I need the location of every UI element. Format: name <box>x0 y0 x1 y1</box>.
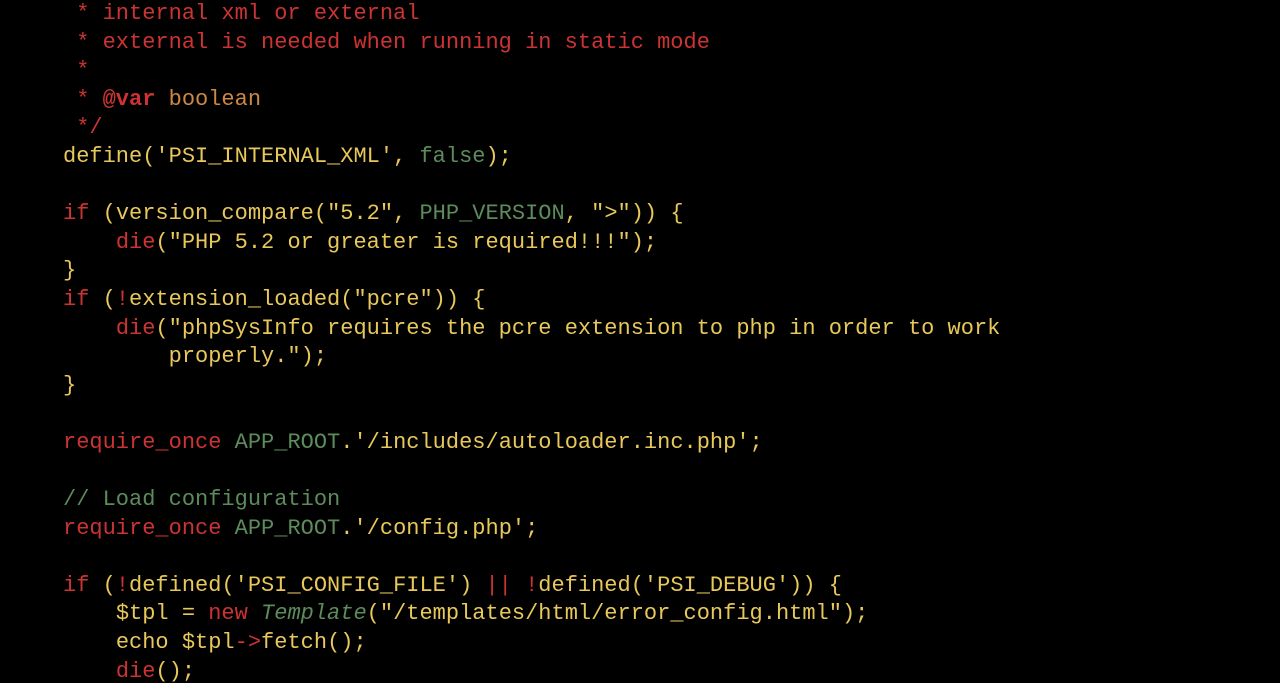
paren: ( <box>89 573 115 598</box>
string-literal: 'PSI_CONFIG_FILE' <box>235 573 459 598</box>
constant: APP_ROOT <box>235 516 341 541</box>
space <box>221 430 234 455</box>
code-editor[interactable]: * internal xml or external * external is… <box>0 0 1280 683</box>
string-literal: 'PSI_DEBUG' <box>644 573 789 598</box>
string-literal: "pcre" <box>353 287 432 312</box>
space <box>221 516 234 541</box>
if-keyword: if <box>63 287 89 312</box>
comma: , <box>565 201 591 226</box>
function-call: defined <box>538 573 630 598</box>
paren: ( <box>89 287 115 312</box>
dot-operator: . <box>340 430 353 455</box>
class-name: Template <box>261 601 367 626</box>
paren: ( <box>314 201 327 226</box>
paren: ( <box>340 287 353 312</box>
semicolon: ; <box>525 516 538 541</box>
variable: $tpl <box>116 601 169 626</box>
doc-comment-line: * <box>63 58 89 83</box>
paren: ( <box>631 573 644 598</box>
string-literal: "/templates/html/error_config.html" <box>380 601 842 626</box>
string-literal: properly." <box>63 344 301 369</box>
string-literal: '/includes/autoloader.inc.php' <box>353 430 749 455</box>
space <box>248 601 261 626</box>
doc-comment-line: * external is needed when running in sta… <box>63 30 710 55</box>
paren-close: ); <box>842 601 868 626</box>
doc-comment-line: * <box>63 87 103 112</box>
paren-close: ); <box>301 344 327 369</box>
paren-close: ) <box>459 573 485 598</box>
string-literal: ">" <box>591 201 631 226</box>
brace-close: } <box>63 373 76 398</box>
echo-keyword: echo <box>116 630 182 655</box>
arrow-operator: -> <box>235 630 261 655</box>
paren-close: (); <box>327 630 367 655</box>
brace-open: )) { <box>631 201 684 226</box>
boolean-literal: false <box>419 144 485 169</box>
brace-open: )) { <box>789 573 842 598</box>
string-literal: "phpSysInfo requires the pcre extension … <box>169 316 1001 341</box>
if-keyword: if <box>63 573 89 598</box>
semicolon: ; <box>750 430 763 455</box>
paren-close: (); <box>155 659 195 683</box>
die-call: die <box>116 230 156 255</box>
method-call: fetch <box>261 630 327 655</box>
string-literal: "5.2" <box>327 201 393 226</box>
brace-open: )) { <box>433 287 486 312</box>
paren-close: ); <box>631 230 657 255</box>
define-call: define <box>63 144 142 169</box>
paren: ( <box>155 316 168 341</box>
paren: ( <box>142 144 155 169</box>
dot-operator: . <box>340 516 353 541</box>
constant: APP_ROOT <box>235 430 341 455</box>
paren: ( <box>155 230 168 255</box>
paren: ( <box>89 201 115 226</box>
comma: , <box>393 144 419 169</box>
paren: ( <box>367 601 380 626</box>
not-operator: ! <box>116 287 129 312</box>
not-operator: ! <box>116 573 129 598</box>
function-call: defined <box>129 573 221 598</box>
require-keyword: require_once <box>63 430 221 455</box>
line-comment: // Load configuration <box>63 487 340 512</box>
variable: $tpl <box>182 630 235 655</box>
brace-close: } <box>63 258 76 283</box>
die-call: die <box>116 659 156 683</box>
function-call: extension_loaded <box>129 287 340 312</box>
function-call: version_compare <box>116 201 314 226</box>
phpdoc-tag: @var <box>103 87 156 112</box>
string-literal: '/config.php' <box>353 516 525 541</box>
comma: , <box>393 201 419 226</box>
if-keyword: if <box>63 201 89 226</box>
new-keyword: new <box>208 601 248 626</box>
require-keyword: require_once <box>63 516 221 541</box>
die-call: die <box>116 316 156 341</box>
paren-close: ); <box>485 144 511 169</box>
constant: PHP_VERSION <box>419 201 564 226</box>
doc-comment-line: * internal xml or external <box>63 1 419 26</box>
phpdoc-type: boolean <box>155 87 261 112</box>
space <box>512 573 525 598</box>
string-literal: 'PSI_INTERNAL_XML' <box>155 144 393 169</box>
doc-comment-close: */ <box>63 115 103 140</box>
paren: ( <box>221 573 234 598</box>
not-operator: ! <box>525 573 538 598</box>
string-literal: "PHP 5.2 or greater is required!!!" <box>169 230 631 255</box>
assign: = <box>169 601 209 626</box>
or-operator: || <box>485 573 511 598</box>
